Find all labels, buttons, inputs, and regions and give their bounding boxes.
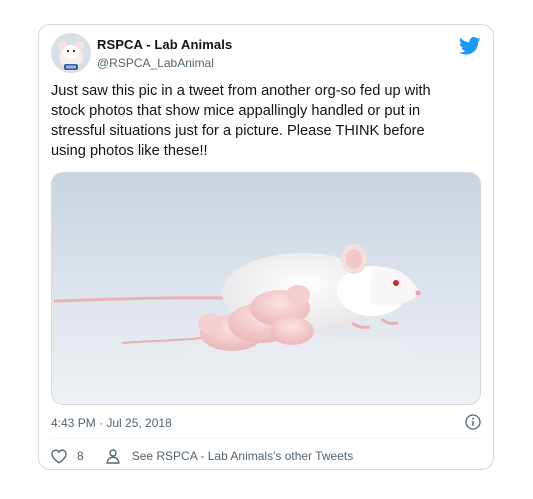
twitter-bird-icon[interactable] xyxy=(459,37,481,55)
tweet-text: Just saw this pic in a tweet from anothe… xyxy=(51,83,431,159)
avatar[interactable] xyxy=(51,33,91,73)
avatar-mouse-image xyxy=(51,33,91,73)
tweet-actions: 8 See RSPCA - Lab Animals's other Tweets xyxy=(51,447,353,465)
heart-icon xyxy=(51,448,67,464)
embedded-tweet-card: RSPCA - Lab Animals @RSPCA_LabAnimal Jus… xyxy=(38,24,494,470)
tweet-timestamp[interactable]: 4:43 PM · Jul 25, 2018 xyxy=(51,416,172,430)
mice-photo-image xyxy=(52,173,480,404)
info-icon[interactable] xyxy=(465,414,481,430)
like-button[interactable]: 8 xyxy=(51,448,84,464)
person-icon xyxy=(106,448,120,464)
divider xyxy=(51,438,481,439)
tweet-photo[interactable] xyxy=(51,172,481,405)
author-handle[interactable]: @RSPCA_LabAnimal xyxy=(97,56,214,70)
author-name[interactable]: RSPCA - Lab Animals xyxy=(97,37,232,52)
see-other-tweets-label: See RSPCA - Lab Animals's other Tweets xyxy=(131,449,354,463)
see-other-tweets-link[interactable]: See RSPCA - Lab Animals's other Tweets xyxy=(106,448,354,464)
like-count: 8 xyxy=(77,449,84,463)
